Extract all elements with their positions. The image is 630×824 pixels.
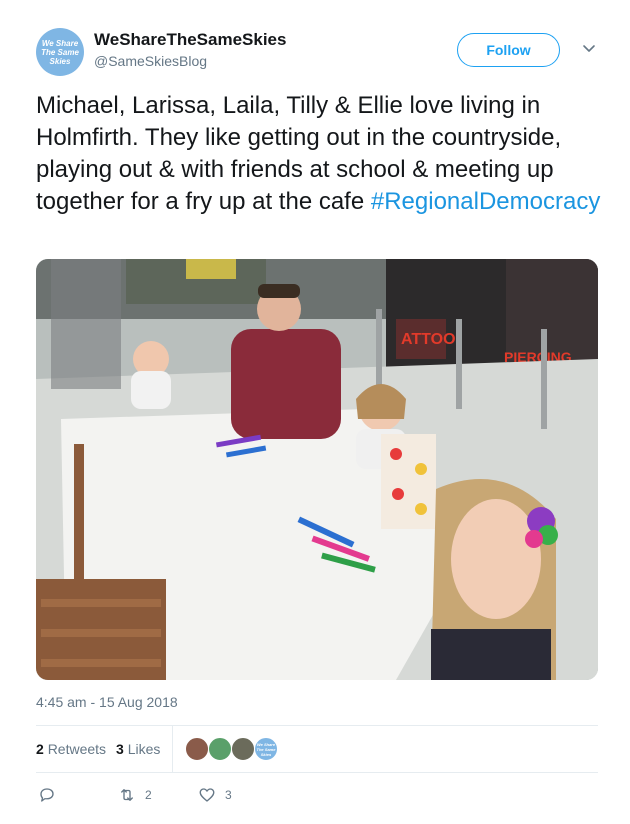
photo-sign-text-1: ATTOO [401, 331, 456, 348]
tweet-timestamp[interactable]: 4:45 am - 15 Aug 2018 [36, 694, 178, 710]
liker-avatar[interactable]: We Share The Same Skies [254, 737, 278, 761]
retweet-icon [121, 789, 133, 801]
photo-scene: ATTOO PIERCING [36, 259, 598, 680]
likes-count: 3 [116, 741, 124, 757]
user-handle[interactable]: @SameSkiesBlog [94, 53, 207, 69]
tweet-text: Michael, Larissa, Laila, Tilly & Ellie l… [36, 90, 606, 218]
tweet-header: We Share The Same Skies WeShareTheSameSk… [36, 28, 598, 76]
likes-label: Likes [127, 741, 161, 757]
like-button[interactable]: 3 [198, 785, 232, 805]
tweet-photo[interactable]: ATTOO PIERCING [36, 259, 598, 680]
like-count: 3 [225, 788, 232, 802]
retweets-stat[interactable]: 2 Retweets [36, 741, 106, 757]
heart-icon [199, 788, 215, 802]
avatar[interactable]: We Share The Same Skies [36, 28, 84, 76]
hashtag-link[interactable]: #RegionalDemocracy [371, 188, 600, 215]
retweet-button[interactable]: 2 [118, 785, 152, 805]
stats-divider [172, 726, 173, 772]
liker-avatar[interactable] [231, 737, 255, 761]
retweet-count: 2 [145, 788, 152, 802]
chevron-down-icon[interactable] [581, 40, 597, 56]
retweets-label: Retweets [47, 741, 107, 757]
liker-avatar[interactable] [208, 737, 232, 761]
likes-stat[interactable]: 3 Likes [116, 741, 160, 757]
tweet-actions: 2 3 [36, 782, 598, 808]
avatar-logo-text: We Share The Same Skies [41, 38, 79, 66]
reply-button[interactable] [38, 785, 65, 805]
liker-avatar[interactable] [185, 737, 209, 761]
liker-avatar-text: We Share The Same Skies [256, 741, 276, 757]
tweet-stats: 2 Retweets 3 Likes We Share The Same Ski… [36, 726, 598, 772]
reply-icon [40, 788, 54, 802]
display-name[interactable]: WeShareTheSameSkies [94, 30, 286, 50]
retweets-count: 2 [36, 741, 44, 757]
follow-button[interactable]: Follow [457, 33, 560, 67]
divider [36, 772, 598, 773]
